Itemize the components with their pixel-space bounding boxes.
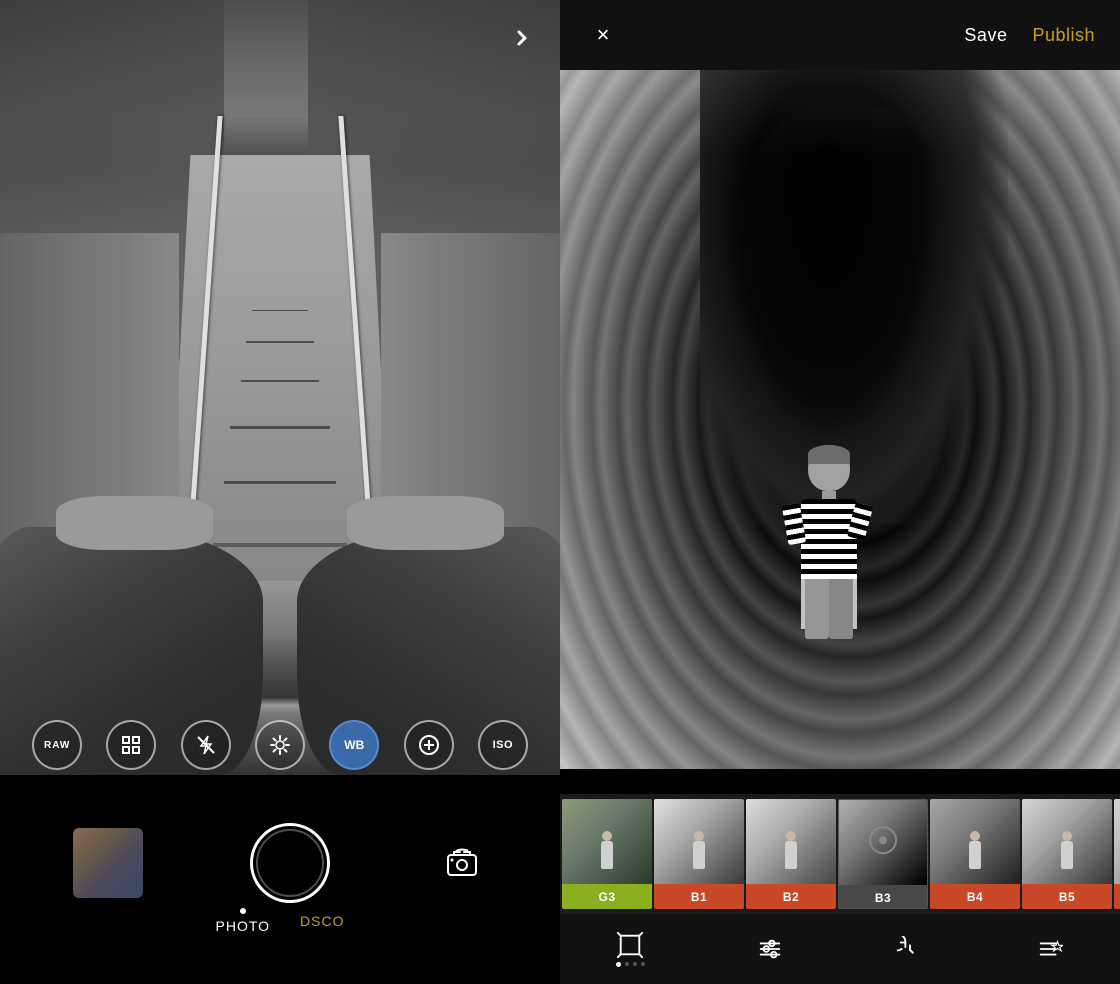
editor-image-area (560, 70, 1120, 769)
photo-mode-label[interactable]: PHOTO (216, 918, 271, 934)
save-button[interactable]: Save (964, 25, 1007, 46)
shutter-row (0, 823, 560, 903)
filter-b2-thumb (746, 799, 836, 884)
filter-g3-child (601, 841, 613, 869)
filter-b3-thumb (839, 800, 927, 885)
flash-off-icon (195, 734, 217, 756)
camera-scene (0, 0, 560, 775)
iso-button[interactable]: ISO (478, 720, 528, 770)
presets-icon (1037, 936, 1063, 962)
filter-b1-label: B1 (654, 884, 744, 909)
white-balance-button[interactable]: WB (329, 720, 379, 770)
history-icon (897, 936, 923, 962)
filter-b3-selected-indicator (869, 826, 897, 854)
filter-b5-thumb (1022, 799, 1112, 884)
adjust-icon (757, 936, 783, 962)
filter-b6-bg (1114, 799, 1120, 884)
dot-4 (641, 962, 645, 966)
filter-b2-child (785, 841, 797, 869)
camera-bottom-controls: PHOTO DSCO (0, 775, 560, 984)
shutter-inner-ring (256, 829, 324, 897)
filter-b5-label: B5 (1022, 884, 1112, 909)
photo-mode-indicator (240, 908, 246, 914)
filter-b6-scene (1114, 799, 1120, 884)
edited-photo (560, 70, 1120, 769)
mode-selector: PHOTO DSCO (216, 908, 345, 936)
filter-b3-scene (839, 800, 927, 885)
filter-b1[interactable]: B1 (654, 799, 744, 909)
raw-button[interactable]: RAW (32, 720, 82, 770)
filter-b1-thumb (654, 799, 744, 884)
filter-b3-label: B3 (839, 885, 927, 909)
publish-button[interactable]: Publish (1032, 25, 1095, 46)
last-photo-thumbnail[interactable] (73, 828, 143, 898)
dot-3 (633, 962, 637, 966)
flip-camera-button[interactable] (437, 838, 487, 888)
frame-icon (617, 932, 643, 958)
filter-b3[interactable]: B3 (838, 799, 928, 909)
dot-1 (616, 962, 621, 967)
frame-tool-button[interactable] (605, 924, 655, 974)
close-button[interactable]: × (585, 17, 621, 53)
child-figure (801, 445, 857, 629)
grid-toggle-button[interactable] (106, 720, 156, 770)
filter-b4[interactable]: B4 (930, 799, 1020, 909)
filter-b6-thumb (1114, 799, 1120, 884)
brightness-button[interactable] (255, 720, 305, 770)
exposure-add-button[interactable] (404, 720, 454, 770)
flash-off-button[interactable] (181, 720, 231, 770)
filter-b4-label: B4 (930, 884, 1020, 909)
flip-camera-icon (444, 845, 480, 881)
shutter-button[interactable] (250, 823, 330, 903)
adjust-tool-button[interactable] (745, 924, 795, 974)
filter-g3-scene (562, 799, 652, 884)
filter-b1-child (693, 841, 705, 869)
history-tool-button[interactable] (885, 924, 935, 974)
thumbnail-image (73, 828, 143, 898)
filter-b2[interactable]: B2 (746, 799, 836, 909)
filter-b1-scene (654, 799, 744, 884)
filter-b5-child (1061, 841, 1073, 869)
filter-b4-thumb (930, 799, 1020, 884)
filter-b2-scene (746, 799, 836, 884)
filter-b4-scene (930, 799, 1020, 884)
camera-panel: RAW (0, 0, 560, 984)
dot-2 (625, 962, 629, 966)
presets-tool-button[interactable] (1025, 924, 1075, 974)
filter-strip: G3 B1 B2 (560, 794, 1120, 914)
dsco-mode-label[interactable]: DSCO (300, 913, 344, 929)
frame-dots-indicator (616, 962, 645, 967)
filter-g3-thumb (562, 799, 652, 884)
chevron-right-icon (510, 26, 534, 50)
editor-header: × Save Publish (560, 0, 1120, 70)
next-button[interactable] (504, 20, 540, 56)
grid-icon (120, 734, 142, 756)
filter-b2-label: B2 (746, 884, 836, 909)
filter-b4-child (969, 841, 981, 869)
filter-scroll-container[interactable]: G3 B1 B2 (560, 794, 1120, 914)
filter-g3[interactable]: G3 (562, 799, 652, 909)
filter-b6-label: B6 (1114, 884, 1120, 909)
filter-b5[interactable]: B5 (1022, 799, 1112, 909)
filter-b3-center-dot (879, 836, 887, 844)
editor-panel: × Save Publish (560, 0, 1120, 984)
exposure-add-icon (418, 734, 440, 756)
filter-b5-scene (1022, 799, 1112, 884)
editor-toolbar (560, 914, 1120, 984)
brightness-icon (269, 734, 291, 756)
camera-controls-bar: RAW (0, 715, 560, 775)
filter-g3-label: G3 (562, 884, 652, 909)
spacer (560, 769, 1120, 794)
filter-b6[interactable]: B6 (1114, 799, 1120, 909)
camera-viewfinder: RAW (0, 0, 560, 775)
header-actions: Save Publish (964, 25, 1095, 46)
